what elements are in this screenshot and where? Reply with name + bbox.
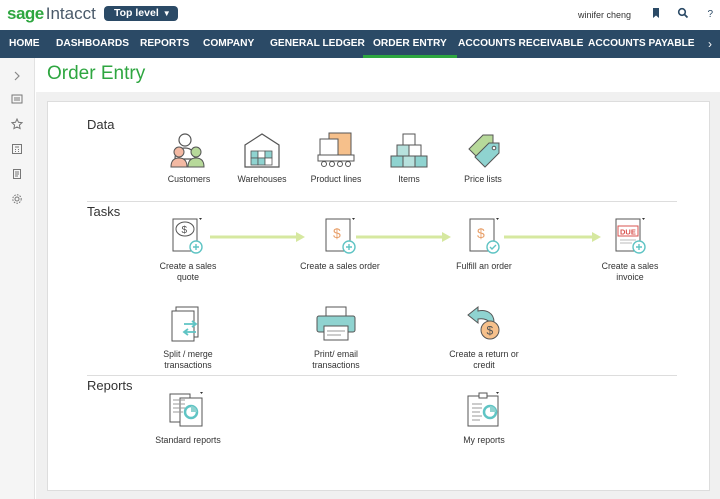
create-sales-order-tile[interactable]: $ Create a sales order [292, 216, 388, 272]
bookmark-icon[interactable] [650, 7, 662, 19]
logo-intacct-text: Intacct [46, 4, 96, 23]
return-credit-label: Create a return or credit [444, 349, 524, 371]
sidebar [0, 58, 35, 499]
create-sales-invoice-label: Create a sales invoice [592, 261, 668, 283]
create-sales-quote-tile[interactable]: $ Create a sales quote [150, 216, 226, 283]
top-level-label: Top level [114, 7, 159, 19]
flow-arrow [504, 232, 602, 242]
nav-more-chevron-icon[interactable]: › [708, 30, 712, 58]
svg-text:$: $ [333, 225, 341, 241]
search-icon[interactable] [677, 7, 689, 19]
product-lines-icon [316, 131, 356, 169]
divider [87, 375, 677, 376]
svg-text:?: ? [708, 9, 714, 19]
nav-reports[interactable]: REPORTS [140, 30, 189, 58]
list-icon[interactable] [11, 93, 23, 105]
customers-label: Customers [160, 174, 218, 185]
split-merge-label: Split / merge transactions [150, 349, 226, 371]
return-credit-icon: $ [462, 304, 506, 344]
expand-icon[interactable] [11, 70, 23, 82]
customers-tile[interactable]: Customers [160, 131, 218, 185]
tasks-section-label: Tasks [87, 204, 120, 219]
order-entry-panel [47, 101, 710, 491]
printer-icon [314, 304, 358, 344]
sales-invoice-icon: DUE [608, 216, 652, 256]
warehouses-tile[interactable]: Warehouses [232, 131, 292, 185]
reports-section-label: Reports [87, 378, 133, 393]
nav-accounts-payable[interactable]: ACCOUNTS PAYABLE [588, 30, 695, 58]
items-label: Items [384, 174, 434, 185]
logo-sage-text: sage [7, 4, 44, 23]
main-nav: HOME DASHBOARDS REPORTS COMPANY GENERAL … [0, 30, 720, 58]
warehouse-icon [242, 131, 282, 169]
product-lines-label: Product lines [306, 174, 366, 185]
price-lists-label: Price lists [458, 174, 508, 185]
data-section-label: Data [87, 117, 114, 132]
standard-reports-tile[interactable]: Standard reports [150, 390, 226, 446]
user-name[interactable]: winifer cheng [578, 10, 631, 20]
fulfill-order-label: Fulfill an order [446, 261, 522, 272]
fulfill-order-tile[interactable]: $ Fulfill an order [446, 216, 522, 272]
standard-reports-label: Standard reports [150, 435, 226, 446]
customers-icon [169, 131, 209, 169]
nav-company[interactable]: COMPANY [203, 30, 254, 58]
create-sales-quote-label: Create a sales quote [150, 261, 226, 283]
items-tile[interactable]: Items [384, 131, 434, 185]
standard-reports-icon [166, 390, 210, 430]
my-reports-label: My reports [446, 435, 522, 446]
top-bar: sageIntacct Top level ▼ winifer cheng ? [0, 0, 720, 30]
divider [87, 201, 677, 202]
my-reports-tile[interactable]: My reports [446, 390, 522, 446]
return-credit-tile[interactable]: $ Create a return or credit [444, 304, 524, 371]
price-tag-icon [463, 131, 503, 169]
sage-intacct-logo[interactable]: sageIntacct [7, 5, 96, 23]
calculator-icon[interactable] [11, 143, 23, 155]
split-merge-tile[interactable]: Split / merge transactions [150, 304, 226, 371]
due-stamp: DUE [620, 228, 636, 237]
print-email-label: Print/ email transactions [298, 349, 374, 371]
document-icon[interactable] [11, 168, 23, 180]
flow-arrow [356, 232, 452, 242]
top-level-dropdown[interactable]: Top level ▼ [104, 6, 178, 21]
nav-dashboards[interactable]: DASHBOARDS [56, 30, 129, 58]
chevron-down-icon: ▼ [163, 9, 171, 18]
print-email-tile[interactable]: Print/ email transactions [298, 304, 374, 371]
nav-order-entry[interactable]: ORDER ENTRY [373, 30, 447, 58]
nav-accounts-receivable[interactable]: ACCOUNTS RECEIVABLE [458, 30, 583, 58]
warehouses-label: Warehouses [232, 174, 292, 185]
product-lines-tile[interactable]: Product lines [306, 131, 366, 185]
sales-quote-icon: $ [166, 216, 210, 256]
my-reports-icon [462, 390, 506, 430]
fulfill-order-icon: $ [462, 216, 506, 256]
create-sales-invoice-tile[interactable]: DUE Create a sales invoice [592, 216, 668, 283]
price-lists-tile[interactable]: Price lists [458, 131, 508, 185]
svg-text:$: $ [182, 225, 188, 236]
nav-home[interactable]: HOME [9, 30, 40, 58]
page-title: Order Entry [47, 63, 145, 85]
star-icon[interactable] [11, 118, 23, 130]
gear-icon[interactable] [11, 193, 23, 205]
svg-text:$: $ [477, 225, 485, 241]
help-icon[interactable]: ? [704, 7, 716, 19]
nav-general-ledger[interactable]: GENERAL LEDGER [270, 30, 365, 58]
items-boxes-icon [389, 131, 429, 169]
create-sales-order-label: Create a sales order [292, 261, 388, 272]
split-merge-icon [166, 304, 210, 344]
svg-text:$: $ [487, 324, 494, 338]
